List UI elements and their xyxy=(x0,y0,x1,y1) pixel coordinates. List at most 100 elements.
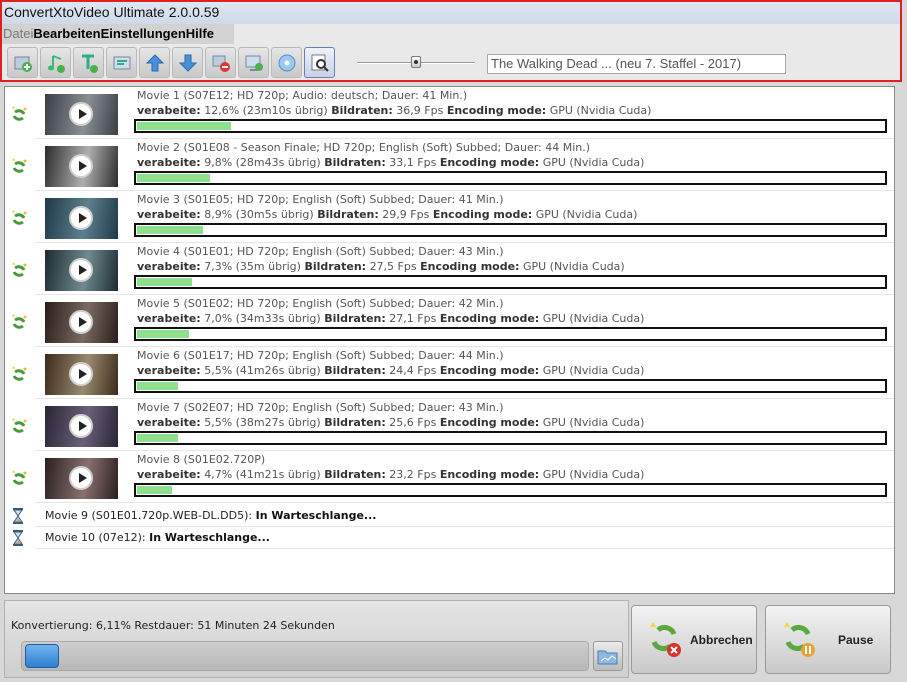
framerate-label: Bildraten: xyxy=(331,104,393,117)
burn-button[interactable] xyxy=(271,47,302,78)
audio-button[interactable] xyxy=(40,47,71,78)
chapters-icon xyxy=(113,56,130,69)
encoding-label: Encoding mode: xyxy=(432,208,533,221)
play-icon[interactable] xyxy=(69,102,93,126)
queued-movie-info: Movie 9 (S01E01.720p.WEB-DL.DD5): xyxy=(45,509,253,522)
subtitle-icon xyxy=(81,54,98,73)
video-thumbnail[interactable] xyxy=(45,146,118,187)
menu-datei[interactable]: Datei xyxy=(3,24,33,44)
play-icon[interactable] xyxy=(69,206,93,230)
movie-progress-fill xyxy=(137,382,178,390)
encoding-mode: GPU (Nvidia Cuda) xyxy=(535,208,638,221)
movie-progress-line: verabeite: 5,5% (41m26s übrig) Bildraten… xyxy=(137,364,644,377)
processed-label: verabeite: xyxy=(137,260,201,273)
menu-bearbeiten[interactable]: Bearbeiten xyxy=(33,24,100,44)
hourglass-icon xyxy=(13,508,23,524)
video-thumbnail[interactable] xyxy=(45,250,118,291)
menubar: Datei Bearbeiten Einstellungen Hilfe xyxy=(2,24,234,44)
remove-button[interactable] xyxy=(205,47,236,78)
conversion-queue[interactable]: Movie 1 (S07E12; HD 720p; Audio: deutsch… xyxy=(4,86,895,594)
converting-status-icon xyxy=(12,418,27,433)
movie-progress-line: verabeite: 7,0% (34m33s übrig) Bildraten… xyxy=(137,312,644,325)
queue-row[interactable]: Movie 6 (S01E17; HD 720p; English (Soft)… xyxy=(5,347,894,399)
progress-text: 4,7% (41m21s übrig) xyxy=(204,468,321,481)
progress-text: 7,0% (34m33s übrig) xyxy=(204,312,321,325)
movie-progress-fill xyxy=(137,226,203,234)
movie-progress-bar xyxy=(134,327,887,341)
convert-button[interactable] xyxy=(238,47,269,78)
pause-label: Pause xyxy=(838,633,874,647)
video-thumbnail[interactable] xyxy=(45,406,118,447)
framerate-label: Bildraten: xyxy=(324,156,386,169)
processed-label: verabeite: xyxy=(137,312,201,325)
movie-info: Movie 8 (S01E02.720P) xyxy=(137,453,266,466)
queued-movie-info: Movie 10 (07e12): xyxy=(45,531,146,544)
chapters-button[interactable] xyxy=(106,47,137,78)
folder-icon xyxy=(597,650,618,665)
queue-row[interactable]: Movie 3 (S01E05; HD 720p; English (Soft)… xyxy=(5,191,894,243)
movie-progress-line: verabeite: 9,8% (28m43s übrig) Bildraten… xyxy=(137,156,644,169)
zoom-slider-knob[interactable] xyxy=(411,56,421,68)
movie-progress-line: verabeite: 8,9% (30m5s übrig) Bildraten:… xyxy=(137,208,637,221)
add-video-button[interactable] xyxy=(7,47,38,78)
fps-value: 36,9 Fps xyxy=(396,104,444,117)
queue-row[interactable]: Movie 1 (S07E12; HD 720p; Audio: deutsch… xyxy=(5,87,894,139)
menu-hilfe[interactable]: Hilfe xyxy=(186,24,214,44)
encoding-label: Encoding mode: xyxy=(439,312,540,325)
converting-status-icon xyxy=(12,210,27,225)
cancel-button[interactable]: Abbrechen xyxy=(631,605,757,674)
queue-row[interactable]: Movie 7 (S02E07; HD 720p; English (Soft)… xyxy=(5,399,894,451)
encoding-mode: GPU (Nvidia Cuda) xyxy=(549,104,652,117)
movie-progress-line: verabeite: 12,6% (23m10s übrig) Bildrate… xyxy=(137,104,651,117)
title-input[interactable]: The Walking Dead ... (neu 7. Staffel - 2… xyxy=(487,54,786,74)
queue-row[interactable]: Movie 8 (S01E02.720P) verabeite: 4,7% (4… xyxy=(5,451,894,503)
encoding-label: Encoding mode: xyxy=(446,104,547,117)
movie-progress-fill xyxy=(137,174,210,182)
play-icon[interactable] xyxy=(69,258,93,282)
framerate-label: Bildraten: xyxy=(317,208,379,221)
converting-status-icon xyxy=(12,314,27,329)
preview-button[interactable] xyxy=(304,47,335,78)
movie-progress-bar xyxy=(134,223,887,237)
queue-row[interactable]: Movie 5 (S01E02; HD 720p; English (Soft)… xyxy=(5,295,894,347)
status-panel: Konvertierung: 6,11% Restdauer: 51 Minut… xyxy=(4,600,629,678)
open-folder-button[interactable] xyxy=(593,641,623,671)
framerate-label: Bildraten: xyxy=(324,312,386,325)
play-icon[interactable] xyxy=(69,414,93,438)
queued-row[interactable]: Movie 10 (07e12): In Warteschlange... xyxy=(5,527,894,549)
move-up-button[interactable] xyxy=(139,47,170,78)
conversion-status-text: Konvertierung: 6,11% Restdauer: 51 Minut… xyxy=(11,619,335,632)
queued-row[interactable]: Movie 9 (S01E01.720p.WEB-DL.DD5): In War… xyxy=(5,505,894,527)
processed-label: verabeite: xyxy=(137,208,201,221)
move-down-button[interactable] xyxy=(172,47,203,78)
fps-value: 27,5 Fps xyxy=(369,260,417,273)
toolbar xyxy=(7,47,335,78)
movie-progress-line: verabeite: 5,5% (38m27s übrig) Bildraten… xyxy=(137,416,644,429)
movie-progress-bar xyxy=(134,171,887,185)
play-icon[interactable] xyxy=(69,154,93,178)
video-thumbnail[interactable] xyxy=(45,302,118,343)
converting-status-icon xyxy=(12,158,27,173)
menu-einstellungen[interactable]: Einstellungen xyxy=(101,24,186,44)
fps-value: 23,2 Fps xyxy=(389,468,437,481)
video-thumbnail[interactable] xyxy=(45,354,118,395)
movie-progress-fill xyxy=(137,330,189,338)
queue-row[interactable]: Movie 4 (S01E01; HD 720p; English (Soft)… xyxy=(5,243,894,295)
fps-value: 29,9 Fps xyxy=(382,208,430,221)
progress-text: 5,5% (41m26s übrig) xyxy=(204,364,321,377)
audio-track-icon xyxy=(47,54,65,73)
play-icon[interactable] xyxy=(69,362,93,386)
processed-label: verabeite: xyxy=(137,468,201,481)
encoding-label: Encoding mode: xyxy=(439,364,540,377)
queue-row[interactable]: Movie 2 (S01E08 - Season Finale; HD 720p… xyxy=(5,139,894,191)
subtitle-button[interactable] xyxy=(73,47,104,78)
encoding-mode: GPU (Nvidia Cuda) xyxy=(542,156,645,169)
video-thumbnail[interactable] xyxy=(45,198,118,239)
framerate-label: Bildraten: xyxy=(324,416,386,429)
video-thumbnail[interactable] xyxy=(45,94,118,135)
play-icon[interactable] xyxy=(69,310,93,334)
video-thumbnail[interactable] xyxy=(45,458,118,499)
play-icon[interactable] xyxy=(69,466,93,490)
pause-button[interactable]: Pause xyxy=(765,605,891,674)
movie-info: Movie 6 (S01E17; HD 720p; English (Soft)… xyxy=(137,349,504,362)
